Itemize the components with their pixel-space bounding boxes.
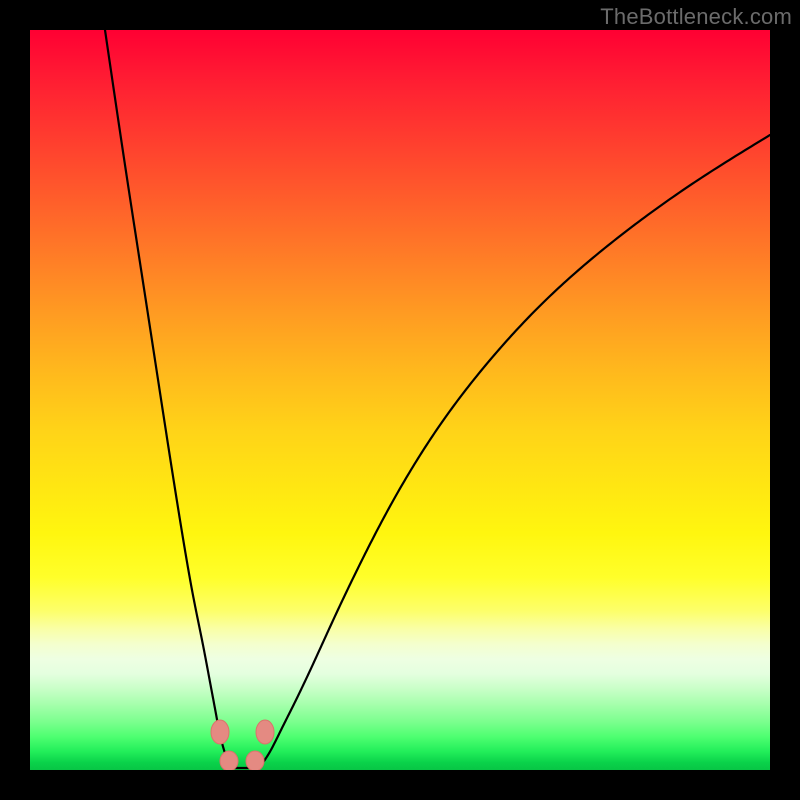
marker-dot-1 (256, 720, 274, 744)
curve-layer (30, 30, 770, 770)
marker-dot-3 (246, 751, 264, 770)
markers-group (211, 720, 274, 770)
marker-dot-2 (220, 751, 238, 770)
watermark-text: TheBottleneck.com (600, 4, 792, 30)
curve-right-branch (258, 135, 770, 768)
curve-left-branch (105, 30, 234, 768)
plot-area (30, 30, 770, 770)
chart-frame: TheBottleneck.com (0, 0, 800, 800)
marker-dot-0 (211, 720, 229, 744)
